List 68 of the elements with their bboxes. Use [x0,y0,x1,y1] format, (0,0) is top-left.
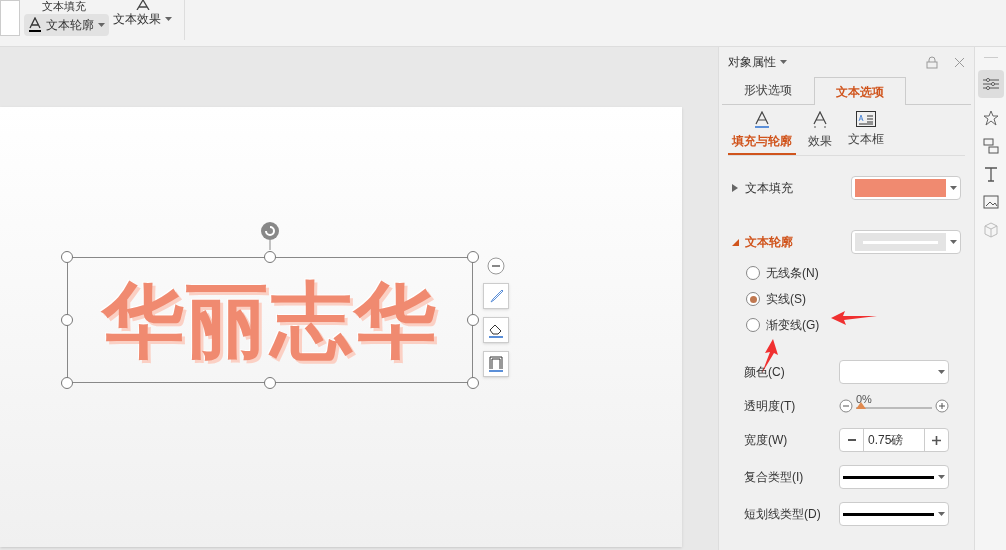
resize-handle[interactable] [467,377,479,389]
rotate-handle[interactable] [260,221,280,250]
minus-circle-icon[interactable] [839,399,853,413]
resize-handle[interactable] [467,314,479,326]
minus-circle-icon[interactable] [487,257,505,275]
panel-tab[interactable]: 形状选项 [722,76,814,104]
letter-a-underline-icon [753,111,771,129]
properties-icon[interactable] [977,70,1004,98]
close-icon[interactable] [954,56,965,68]
compound-type-dropdown[interactable] [839,465,949,489]
fill-color-picker[interactable] [851,176,961,200]
text-box-icon [856,111,876,127]
paint-bucket-icon [488,322,504,338]
caret-icon [950,240,957,244]
field-label: 颜色(C) [744,364,785,381]
caret-icon [98,23,105,27]
radio-button[interactable] [746,266,760,280]
slider-thumb[interactable] [856,401,866,409]
resize-handle[interactable] [61,314,73,326]
text-fill-label[interactable]: 文本填充 [24,0,86,12]
caret-icon [938,512,945,516]
outline-tool-button[interactable] [483,351,509,377]
image-icon[interactable] [982,194,999,210]
panel-title[interactable]: 对象属性 [728,53,776,71]
caret-icon [938,475,945,479]
dash-type-dropdown[interactable] [839,502,949,526]
pen-tool-button[interactable] [483,283,509,309]
radio-label: 实线(S) [766,291,806,308]
field-label: 宽度(W) [744,432,788,449]
caret-icon [780,60,787,64]
lock-icon[interactable] [926,55,938,69]
expand-arrow[interactable] [732,184,739,192]
radio-button[interactable] [746,318,760,332]
field-label: 复合类型(I) [744,469,804,486]
radio-button[interactable] [746,292,760,306]
panel-subtab[interactable]: 文本框 [844,111,888,155]
resize-handle[interactable] [264,251,276,263]
radio-label: 无线条(N) [766,265,819,282]
plus-circle-icon[interactable] [935,399,949,413]
pen-icon [488,288,504,304]
caret-icon [938,370,945,374]
resize-handle[interactable] [61,251,73,263]
field-label: 短划线类型(D) [744,506,821,523]
fill-tool-button[interactable] [483,317,509,343]
panel-subtab[interactable]: 效果 [804,111,836,155]
color-dropdown[interactable] [839,360,949,384]
resize-handle[interactable] [264,377,276,389]
letter-a-glow-icon [811,111,829,129]
text-icon[interactable] [982,166,999,182]
transition-icon[interactable] [982,138,999,154]
slider-reading: 0% [856,393,873,405]
radio-label: 渐变线(G) [766,317,820,334]
text-outline-button[interactable]: 文本轮廓 [24,14,109,36]
caret-icon [165,17,172,21]
star-icon[interactable] [982,110,999,126]
section-label[interactable]: 文本轮廓 [745,233,793,251]
section-label[interactable]: 文本填充 [745,179,793,197]
outline-a-icon [28,17,42,33]
expand-arrow[interactable] [732,238,739,246]
resize-handle[interactable] [467,251,479,263]
frame-icon [488,356,504,372]
word-art-text: 华丽志华 [102,273,438,368]
panel-subtab[interactable]: 填充与轮廓 [728,111,796,155]
panel-tab[interactable]: 文本选项 [814,77,906,105]
caret-icon [950,186,957,190]
text-effect-button[interactable]: 文本效果 [113,0,172,28]
field-label: 透明度(T) [744,398,796,415]
resize-handle[interactable] [61,377,73,389]
